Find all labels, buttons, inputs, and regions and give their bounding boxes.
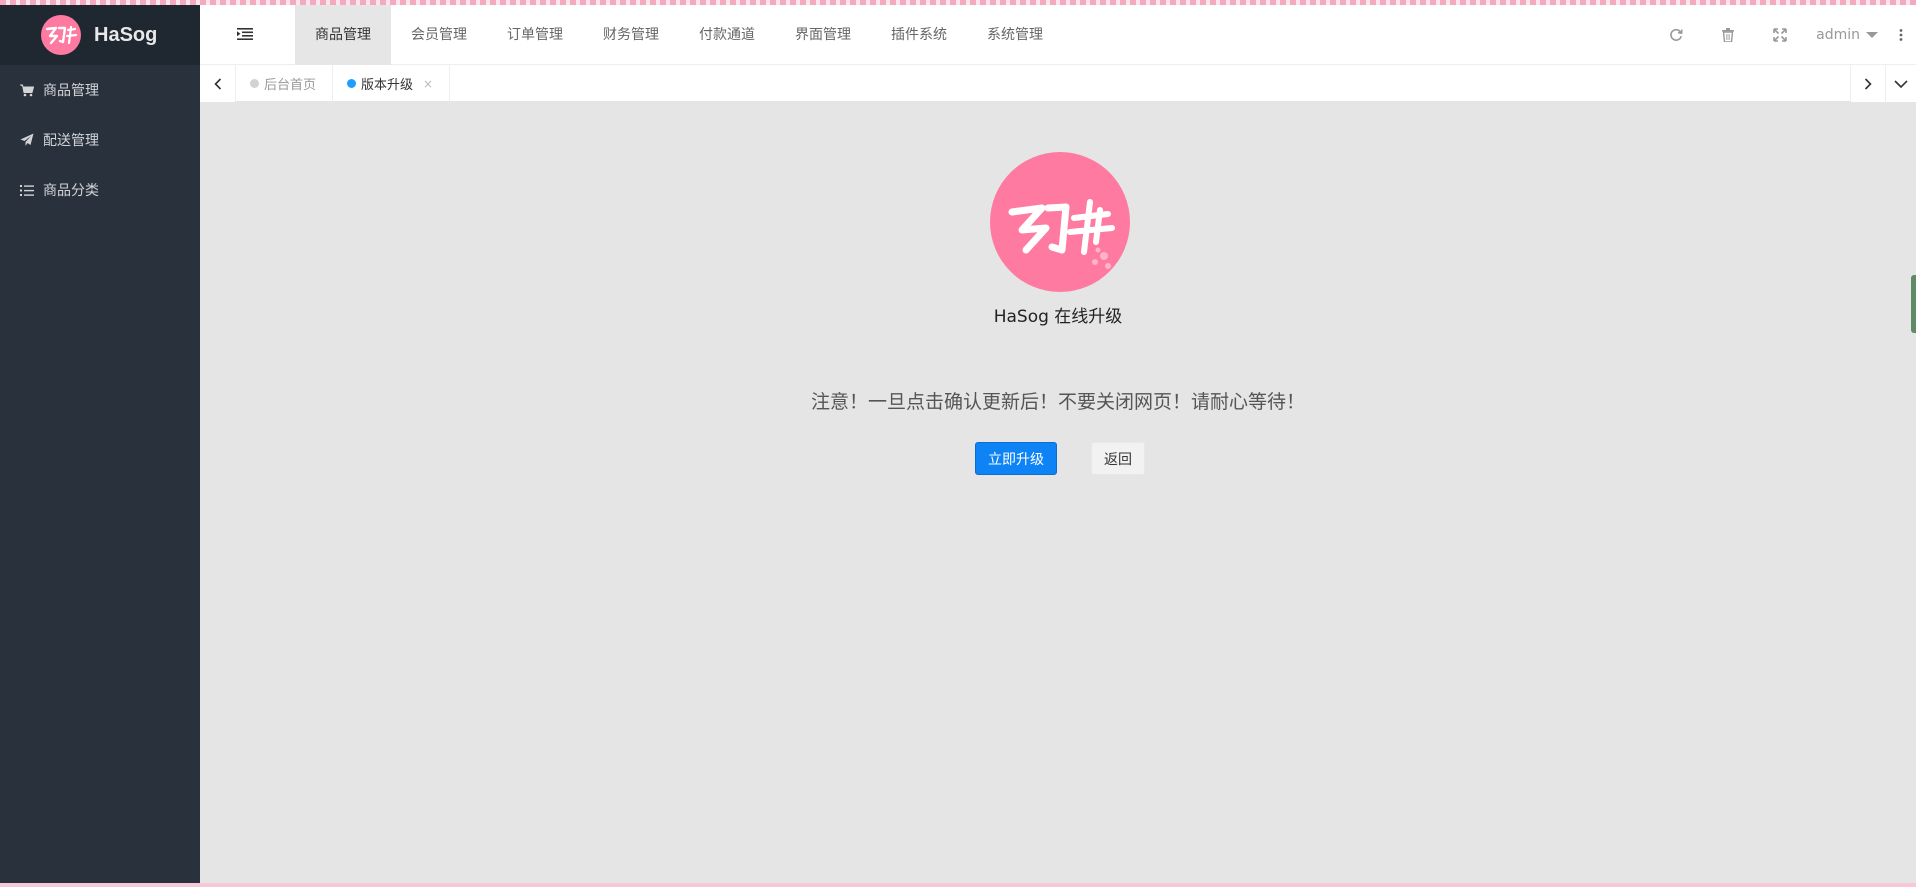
sidebar-item-goods[interactable]: 商品管理 xyxy=(0,65,200,115)
logo-area[interactable]: HaSog xyxy=(0,5,200,65)
tab-label: 后台首页 xyxy=(264,78,317,93)
sidebar: HaSog 商品管理 配送管理 商品分类 xyxy=(0,5,200,883)
sidebar-item-label: 商品管理 xyxy=(43,83,99,99)
nav-item-finance[interactable]: 财务管理 xyxy=(583,5,679,65)
nav-item-orders[interactable]: 订单管理 xyxy=(487,5,583,65)
tab-list: 后台首页 版本升级 × xyxy=(236,65,451,102)
cart-icon xyxy=(20,83,34,97)
nav-item-members[interactable]: 会员管理 xyxy=(391,5,487,65)
brand-name: HaSog xyxy=(94,23,158,46)
header-tools: admin xyxy=(1650,5,1916,65)
nav-item-system[interactable]: 系统管理 xyxy=(967,5,1063,65)
upgrade-title: HaSog 在线升级 xyxy=(993,307,1123,327)
fullscreen-icon[interactable] xyxy=(1754,5,1806,65)
tab-scroll-left-icon[interactable] xyxy=(200,65,236,102)
tab-scroll-right-icon[interactable] xyxy=(1850,65,1886,102)
tab-status-dot xyxy=(347,79,357,88)
list-icon xyxy=(20,183,34,197)
hasog-logo-icon xyxy=(1008,199,1115,269)
chevron-down-icon[interactable] xyxy=(1886,65,1916,102)
top-header: 商品管理 会员管理 订单管理 财务管理 付款通道 界面管理 插件系统 系统管理 … xyxy=(200,5,1916,65)
tab-home[interactable]: 后台首页 xyxy=(236,65,334,102)
user-name: admin xyxy=(1816,27,1860,43)
main-content: HaSog 在线升级 注意！一旦点击确认更新后！不要关闭网页！请耐心等待！ 立即… xyxy=(200,102,1916,883)
more-vertical-icon[interactable] xyxy=(1886,5,1916,65)
sidebar-item-label: 配送管理 xyxy=(43,133,99,149)
trash-icon[interactable] xyxy=(1702,5,1754,65)
nav-item-plugins[interactable]: 插件系统 xyxy=(871,5,967,65)
sidebar-item-delivery[interactable]: 配送管理 xyxy=(0,115,200,165)
sidebar-toggle-icon[interactable] xyxy=(234,23,256,45)
nav-item-interface[interactable]: 界面管理 xyxy=(775,5,871,65)
upgrade-logo xyxy=(990,152,1130,292)
nav-item-payment[interactable]: 付款通道 xyxy=(679,5,775,65)
tab-label: 版本升级 xyxy=(361,78,414,93)
capture-border-bottom xyxy=(0,883,1916,887)
warning-notice: 注意！一旦点击确认更新后！不要关闭网页！请耐心等待！ xyxy=(810,391,1305,413)
paper-plane-icon xyxy=(20,133,34,147)
tab-bar: 后台首页 版本升级 × xyxy=(200,65,1916,102)
sidebar-item-category[interactable]: 商品分类 xyxy=(0,165,200,215)
user-menu[interactable]: admin xyxy=(1806,27,1886,43)
tab-version-upgrade[interactable]: 版本升级 × xyxy=(333,65,451,102)
nav-item-goods[interactable]: 商品管理 xyxy=(295,5,391,65)
tab-status-dot xyxy=(250,79,259,88)
logo-glyph-icon xyxy=(45,25,78,45)
caret-down-icon xyxy=(1866,32,1878,38)
back-button[interactable]: 返回 xyxy=(1091,442,1145,475)
close-icon[interactable]: × xyxy=(423,77,433,91)
top-nav: 商品管理 会员管理 订单管理 财务管理 付款通道 界面管理 插件系统 系统管理 xyxy=(295,5,1063,65)
side-drawer-handle[interactable] xyxy=(1911,275,1916,333)
upgrade-now-button[interactable]: 立即升级 xyxy=(975,442,1057,475)
refresh-icon[interactable] xyxy=(1650,5,1702,65)
brand-logo xyxy=(41,15,81,55)
sidebar-item-label: 商品分类 xyxy=(43,183,99,199)
